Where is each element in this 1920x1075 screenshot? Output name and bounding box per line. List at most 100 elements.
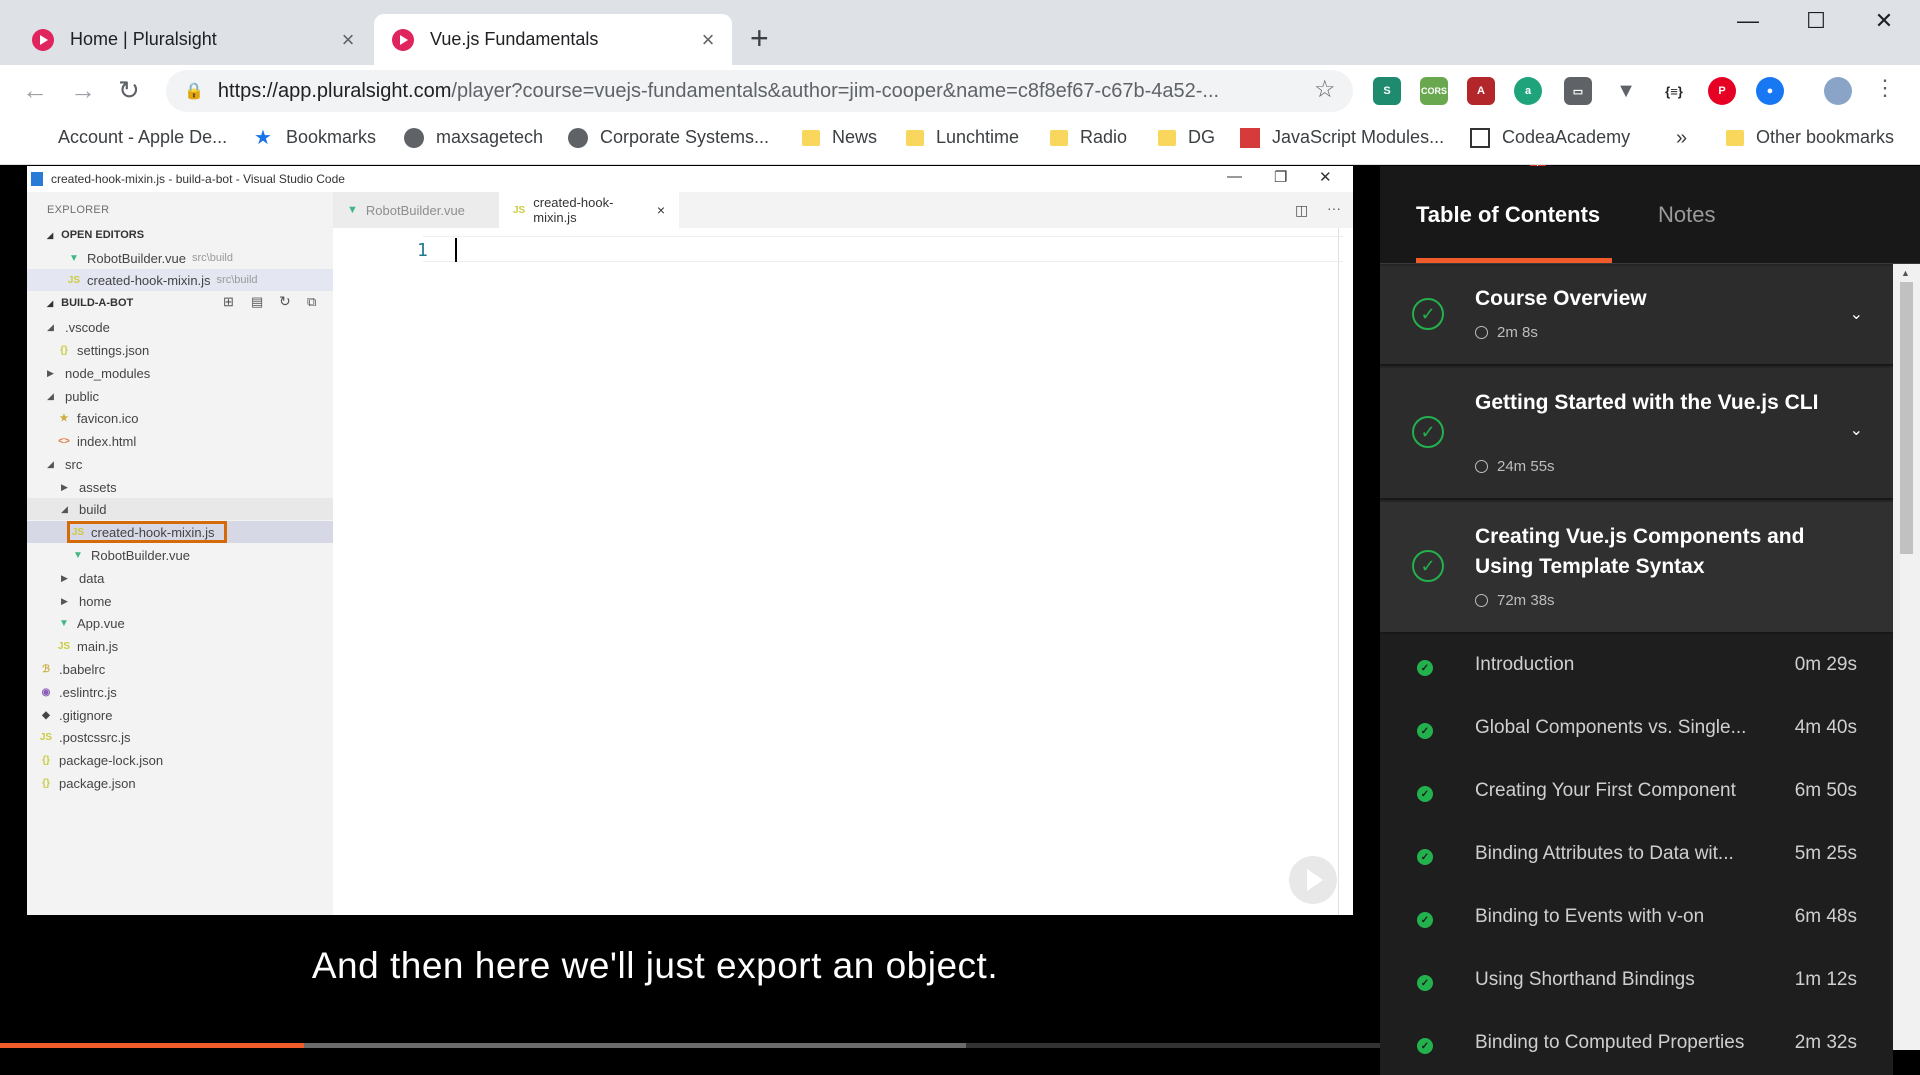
vscode-window: created-hook-mixin.js - build-a-bot - Vi… xyxy=(27,166,1353,915)
new-folder-icon: ▤ xyxy=(251,294,264,309)
tree-file: ◉ .eslintrc.js xyxy=(41,684,117,700)
tab-close-icon[interactable]: × xyxy=(336,27,360,53)
browser-toolbar: ← → ↻ 🔒 https://app.pluralsight.com/play… xyxy=(0,65,1920,171)
reload-icon[interactable]: ↻ xyxy=(118,75,140,106)
tree-folder: ▶ assets xyxy=(61,479,117,495)
text-caret xyxy=(455,238,457,262)
bookmarks-overflow-button[interactable]: » xyxy=(1676,127,1687,150)
editor-tab-bar: ▼ RobotBuilder.vue JS created-hook-mixin.j… xyxy=(333,192,1353,228)
module-duration: 2m 8s xyxy=(1475,324,1538,341)
sidebar-scrollbar[interactable]: ▲ xyxy=(1893,264,1920,1050)
chrome-menu-icon[interactable]: ⋮ xyxy=(1874,75,1896,101)
tab-title: Home | Pluralsight xyxy=(70,29,217,49)
url-path: /player?course=vuejs-fundamentals&author… xyxy=(451,79,1220,102)
clip-item[interactable]: ✓ Creating Your First Component 6m 50s xyxy=(1380,760,1893,823)
tree-folder: ◢ src xyxy=(47,456,83,472)
apple-icon xyxy=(26,128,46,148)
clip-item[interactable]: ✓ Binding Attributes to Data wit... 5m 25s xyxy=(1380,823,1893,886)
tab-table-of-contents[interactable]: Table of Contents xyxy=(1416,202,1600,228)
open-editor-item: ▼ RobotBuilder.vue src\build xyxy=(69,250,233,266)
browser-tab-vuejs[interactable]: Vue.js Fundamentals × xyxy=(374,14,732,65)
folder-icon xyxy=(1726,129,1744,146)
extension-pinterest-icon[interactable]: P xyxy=(1708,77,1736,105)
extension-pdf-icon[interactable]: A xyxy=(1467,77,1495,105)
clip-item[interactable]: ✓ Binding to Computed Properties 2m 32s xyxy=(1380,1012,1893,1075)
scrollbar-thumb[interactable] xyxy=(1900,282,1913,554)
bookmark-corporate-systems[interactable]: Corporate Systems... xyxy=(568,127,769,148)
forward-arrow-icon[interactable]: → xyxy=(70,75,96,106)
extension-s-icon[interactable]: S xyxy=(1373,77,1401,105)
scroll-up-icon[interactable]: ▲ xyxy=(1901,268,1910,278)
bookmark-bookmarks[interactable]: ★ Bookmarks xyxy=(254,127,376,148)
module-title: Creating Vue.js Components and Using Tem… xyxy=(1475,525,1805,578)
completed-dot-icon: ✓ xyxy=(1417,1038,1433,1054)
browser-tab-home[interactable]: Home | Pluralsight × xyxy=(14,14,372,65)
back-arrow-icon[interactable]: ← xyxy=(22,75,48,106)
tree-folder: ◢ build xyxy=(61,501,107,517)
module-course-overview[interactable]: ✓ Course Overview 2m 8s ⌄ xyxy=(1380,266,1893,366)
collapse-all-icon: ⧉ xyxy=(307,294,317,309)
tree-folder: ▶ node_modules xyxy=(47,365,151,381)
video-progress-bar[interactable] xyxy=(0,1043,1380,1048)
bookmark-news[interactable]: News xyxy=(802,127,877,148)
bookmark-apple[interactable]: Account - Apple De... xyxy=(26,127,227,148)
more-actions-icon: ··· xyxy=(1327,200,1341,216)
vscode-close-icon: ✕ xyxy=(1319,169,1332,186)
split-editor-icon: ◫ xyxy=(1295,202,1309,218)
address-bar[interactable]: 🔒 https://app.pluralsight.com/player?cou… xyxy=(166,70,1353,112)
clip-item[interactable]: ✓ Binding to Events with v-on 6m 48s xyxy=(1380,886,1893,949)
bookmark-other-bookmarks[interactable]: Other bookmarks xyxy=(1726,127,1894,148)
clock-icon xyxy=(1475,460,1488,473)
profile-avatar[interactable] xyxy=(1824,77,1852,105)
completed-check-icon: ✓ xyxy=(1412,298,1444,330)
clip-item[interactable]: ✓ Introduction 0m 29s xyxy=(1380,634,1893,697)
completed-dot-icon: ✓ xyxy=(1417,912,1433,928)
bookmark-javascript-modules[interactable]: JavaScript Modules... xyxy=(1240,127,1444,148)
tree-file: ℬ .babelrc xyxy=(42,661,106,677)
folder-icon xyxy=(906,129,924,146)
extension-grammarly-icon[interactable]: a xyxy=(1514,77,1542,105)
folder-icon xyxy=(1158,129,1176,146)
tree-file: ▼ App.vue xyxy=(59,615,125,631)
bookmarks-bar: Account - Apple De... ★ Bookmarks maxsage… xyxy=(0,117,1920,165)
extension-cors-icon[interactable]: CORS xyxy=(1420,77,1448,105)
clock-icon xyxy=(1475,594,1488,607)
tree-file: {} package-lock.json xyxy=(42,752,164,768)
tab-close-icon[interactable]: × xyxy=(696,27,720,53)
clip-item[interactable]: ✓ Using Shorthand Bindings 1m 12s xyxy=(1380,949,1893,1012)
module-getting-started[interactable]: ✓ Getting Started with the Vue.js CLI 24… xyxy=(1380,368,1893,500)
bookmark-lunchtime[interactable]: Lunchtime xyxy=(906,127,1019,148)
video-play-icon[interactable] xyxy=(1289,856,1337,904)
bookmark-radio[interactable]: Radio xyxy=(1050,127,1127,148)
extension-vue-devtools-icon[interactable]: ▼ xyxy=(1612,77,1640,105)
tree-file: <> index.html xyxy=(58,433,137,449)
refresh-icon: ↻ xyxy=(279,293,291,309)
new-tab-button[interactable]: + xyxy=(750,22,769,54)
new-file-icon: ⊞ xyxy=(223,294,234,309)
bookmark-dg[interactable]: DG xyxy=(1158,127,1215,148)
extension-messenger-icon[interactable]: ● xyxy=(1756,77,1784,105)
editor-tab-robotbuilder: ▼ RobotBuilder.vue xyxy=(333,192,499,228)
extension-comment-icon[interactable]: ▭ xyxy=(1564,77,1592,105)
clock-icon xyxy=(1475,326,1488,339)
chevron-down-icon: ⌄ xyxy=(1849,306,1863,323)
tab-notes[interactable]: Notes xyxy=(1658,202,1715,228)
globe-icon xyxy=(404,127,424,148)
close-window-button[interactable]: ✕ xyxy=(1864,8,1904,34)
module-creating-components[interactable]: ✓ Creating Vue.js Components and Using T… xyxy=(1380,502,1893,634)
folder-icon xyxy=(802,129,820,146)
lock-icon: 🔒 xyxy=(184,83,204,100)
extension-json-icon[interactable]: {≡} xyxy=(1660,77,1688,105)
bookmark-codeacademy[interactable]: CodeaAcademy xyxy=(1470,127,1630,148)
pluralsight-favicon-icon xyxy=(392,28,414,51)
bookmark-maxsagetech[interactable]: maxsagetech xyxy=(404,127,543,148)
vscode-window-title: created-hook-mixin.js - build-a-bot - Vi… xyxy=(51,172,345,186)
pluralsight-favicon-icon xyxy=(32,28,54,51)
minimize-window-button[interactable]: — xyxy=(1728,8,1768,34)
bookmark-site-icon xyxy=(1240,127,1260,148)
open-editor-item: JS created-hook-mixin.js src\build xyxy=(67,272,258,288)
bookmark-star-icon[interactable]: ☆ xyxy=(1314,75,1336,104)
maximize-window-button[interactable]: ☐ xyxy=(1796,8,1836,34)
explorer-heading: EXPLORER xyxy=(47,204,110,216)
clip-item[interactable]: ✓ Global Components vs. Single... 4m 40s xyxy=(1380,697,1893,760)
